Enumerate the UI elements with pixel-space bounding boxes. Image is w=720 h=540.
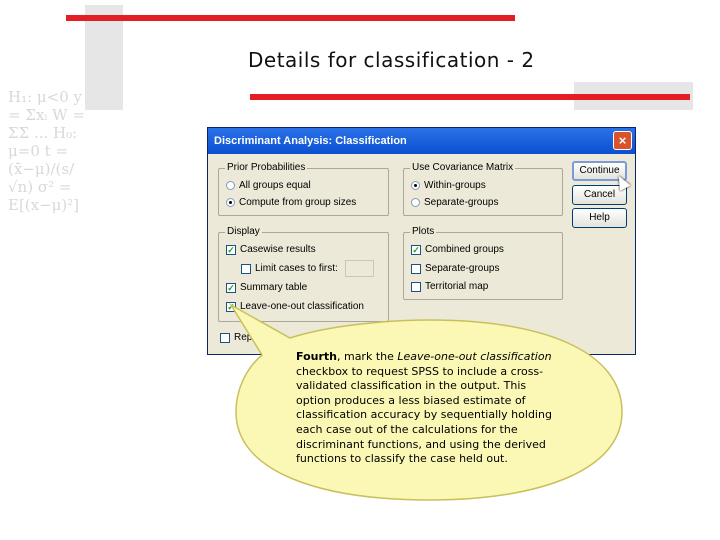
callout-lead: Fourth — [296, 350, 337, 363]
callout-text: Fourth, mark the Leave-one-out classific… — [296, 350, 558, 467]
callout-text-part-2: checkbox to request SPSS to include a cr… — [296, 364, 552, 466]
callout-text-part-1: , mark the — [336, 350, 398, 363]
callout-italic-term: Leave-one-out classification — [397, 350, 552, 363]
